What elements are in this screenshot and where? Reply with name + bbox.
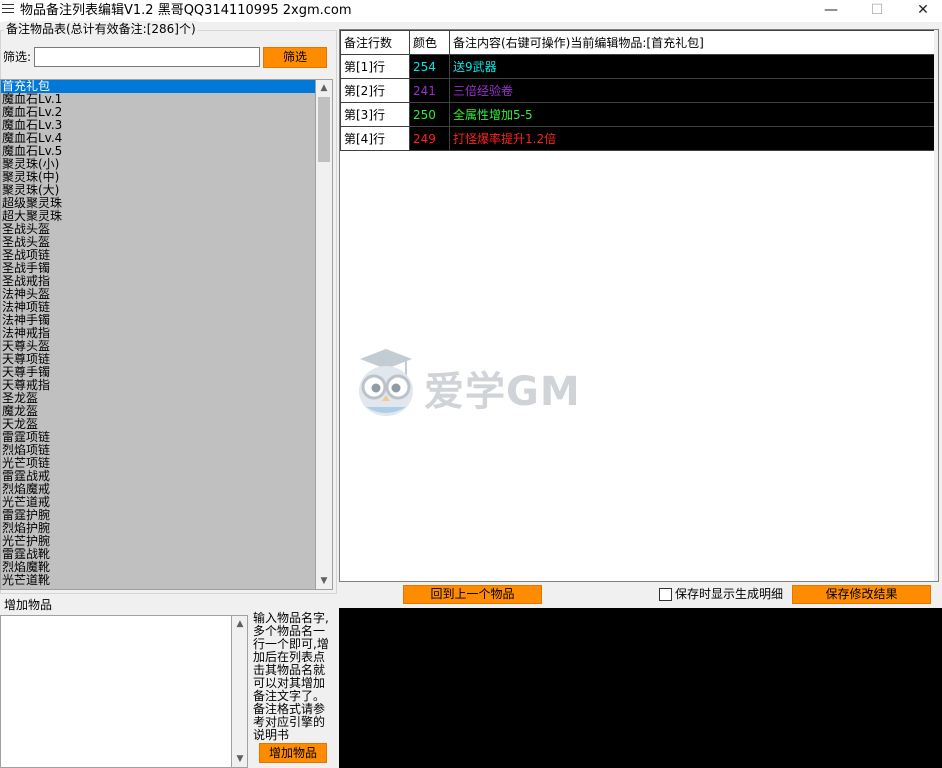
watermark-logo: 爱学GM bbox=[354, 347, 594, 423]
remark-table: 备注行数 颜色 备注内容(右键可操作)当前编辑物品:[首充礼包] 第[1]行 25… bbox=[340, 30, 935, 151]
header-line-count[interactable]: 备注行数 bbox=[340, 30, 410, 55]
show-detail-label[interactable]: 保存时显示生成明细 bbox=[675, 586, 783, 602]
previous-item-button[interactable]: 回到上一个物品 bbox=[403, 585, 542, 604]
title-bar: 物品备注列表编辑V1.2 黑哥QQ314110995 2xgm.com — ☐ … bbox=[0, 0, 942, 22]
header-color[interactable]: 颜色 bbox=[409, 30, 450, 55]
list-item[interactable]: 圣龙盔 bbox=[1, 392, 315, 405]
grid-row[interactable]: 第[3]行 250 全属性增加5-5 bbox=[340, 102, 935, 127]
list-item[interactable]: 光芒道靴 bbox=[1, 574, 315, 587]
row-remark-text[interactable]: 全属性增加5-5 bbox=[449, 102, 935, 127]
show-detail-checkbox[interactable] bbox=[659, 588, 672, 601]
grid-row[interactable]: 第[2]行 241 三倍经验卷 bbox=[340, 78, 935, 103]
filter-label: 筛选: bbox=[3, 50, 32, 64]
list-item[interactable]: 魔龙盔 bbox=[1, 405, 315, 418]
grid-row[interactable]: 第[4]行 249 打怪爆率提升1.2倍 bbox=[340, 126, 935, 151]
grid-scrollbar[interactable] bbox=[934, 30, 938, 581]
row-remark-text[interactable]: 打怪爆率提升1.2倍 bbox=[449, 126, 935, 151]
filter-button[interactable]: 筛选 bbox=[263, 47, 327, 68]
grid-header-row: 备注行数 颜色 备注内容(右键可操作)当前编辑物品:[首充礼包] bbox=[340, 30, 935, 55]
filter-input[interactable] bbox=[34, 47, 260, 67]
app-icon bbox=[2, 4, 14, 17]
scroll-down-icon[interactable]: ▼ bbox=[232, 751, 248, 767]
item-list[interactable]: 首充礼包 魔血石Lv.1 魔血石Lv.2 魔血石Lv.3 魔血石Lv.4 魔血石Lv.5 聚… bbox=[0, 79, 316, 590]
add-item-scrollbar[interactable]: ▲ ▼ bbox=[232, 615, 248, 768]
row-color-code[interactable]: 250 bbox=[409, 102, 450, 127]
scroll-up-icon[interactable]: ▲ bbox=[316, 80, 332, 96]
add-item-textarea[interactable] bbox=[0, 615, 232, 768]
close-button[interactable]: ✕ bbox=[900, 0, 942, 22]
list-item[interactable]: 天尊戒指 bbox=[1, 379, 315, 392]
minimize-button[interactable]: — bbox=[808, 0, 854, 22]
row-remark-text[interactable]: 送9武器 bbox=[449, 54, 935, 79]
row-line-number[interactable]: 第[1]行 bbox=[340, 54, 410, 79]
row-remark-text[interactable]: 三倍经验卷 bbox=[449, 78, 935, 103]
items-groupbox-legend: 备注物品表(总计有效备注:[286]个) bbox=[4, 21, 198, 37]
save-changes-button[interactable]: 保存修改结果 bbox=[792, 585, 931, 604]
add-item-legend: 增加物品 bbox=[4, 598, 53, 612]
item-list-scrollbar[interactable]: ▲ ▼ bbox=[316, 79, 333, 590]
row-color-code[interactable]: 254 bbox=[409, 54, 450, 79]
row-line-number[interactable]: 第[4]行 bbox=[340, 126, 410, 151]
row-color-code[interactable]: 241 bbox=[409, 78, 450, 103]
maximize-button[interactable]: ☐ bbox=[854, 0, 900, 22]
row-line-number[interactable]: 第[2]行 bbox=[340, 78, 410, 103]
grid-row[interactable]: 第[1]行 254 送9武器 bbox=[340, 54, 935, 79]
scroll-thumb[interactable] bbox=[318, 97, 330, 162]
scroll-down-icon[interactable]: ▼ bbox=[316, 573, 332, 589]
add-item-button[interactable]: 增加物品 bbox=[259, 743, 327, 763]
header-remark-content[interactable]: 备注内容(右键可操作)当前编辑物品:[首充礼包] bbox=[449, 30, 935, 55]
add-item-help-text: 输入物品名字,多个物品名一行一个即可,增加后在列表点击其物品名就可以对其增加备注… bbox=[253, 611, 329, 742]
owl-icon bbox=[359, 349, 413, 416]
remark-grid[interactable]: 备注行数 颜色 备注内容(右键可操作)当前编辑物品:[首充礼包] 第[1]行 25… bbox=[339, 29, 939, 582]
scroll-up-icon[interactable]: ▲ bbox=[232, 616, 248, 632]
output-panel bbox=[339, 608, 942, 768]
window-title: 物品备注列表编辑V1.2 黑哥QQ314110995 2xgm.com bbox=[20, 3, 352, 18]
watermark-text: 爱学GM bbox=[424, 369, 581, 415]
row-line-number[interactable]: 第[3]行 bbox=[340, 102, 410, 127]
row-color-code[interactable]: 249 bbox=[409, 126, 450, 151]
